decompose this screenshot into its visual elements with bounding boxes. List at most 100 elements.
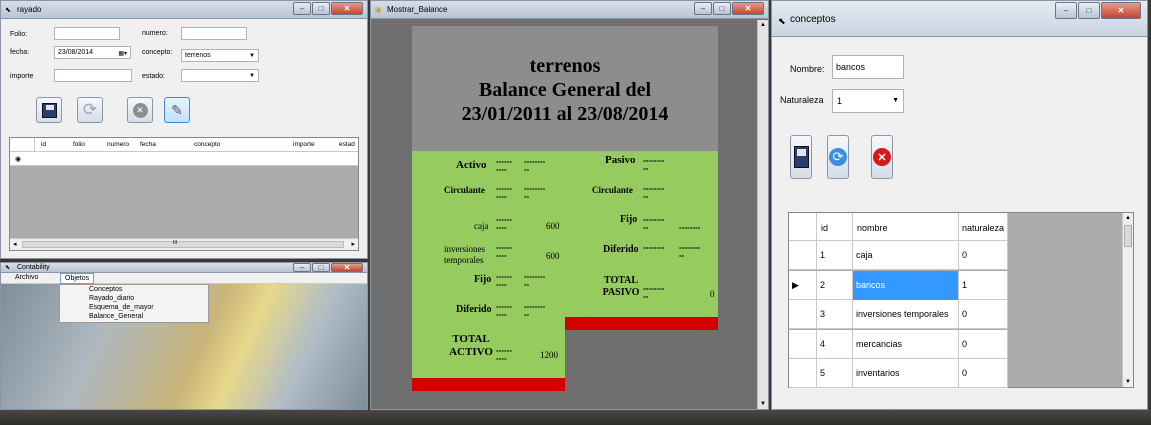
- rayado-grid[interactable]: id folio numero fecha concepto importe e…: [9, 137, 359, 251]
- header-folio[interactable]: folio: [73, 141, 85, 148]
- row-header-cell[interactable]: [789, 300, 817, 329]
- table-row[interactable]: 1 caja 0: [789, 241, 1008, 270]
- refresh-button[interactable]: ⟳: [77, 97, 103, 123]
- importe-input[interactable]: [54, 69, 132, 82]
- cell-id[interactable]: 1: [817, 241, 853, 270]
- maximize-button[interactable]: □: [312, 2, 330, 15]
- scroll-down-icon[interactable]: ▼: [760, 401, 766, 407]
- scroll-up-icon[interactable]: ▲: [1125, 215, 1131, 221]
- cell-id[interactable]: 2: [817, 270, 853, 300]
- vertical-scrollbar[interactable]: ▲ ▼: [1122, 213, 1133, 387]
- table-row[interactable]: 4 mercancias 0: [789, 329, 1008, 359]
- close-button[interactable]: ✕: [331, 2, 363, 15]
- save-button[interactable]: [790, 135, 812, 179]
- delete-button[interactable]: ✕: [127, 97, 153, 123]
- vertical-scrollbar[interactable]: ▲ ▼: [757, 20, 768, 409]
- cell-id[interactable]: 4: [817, 329, 853, 359]
- naturaleza-select[interactable]: 1 ▼: [832, 89, 904, 113]
- rayado-window: ⬉ rayado – □ ✕ Folio: numero: fecha: 23/…: [0, 0, 368, 259]
- minimize-button[interactable]: –: [293, 2, 311, 15]
- header-fecha[interactable]: fecha: [140, 141, 156, 148]
- refresh-button[interactable]: ⟳: [827, 135, 849, 179]
- close-button[interactable]: ✕: [732, 2, 764, 15]
- header-estado[interactable]: estad: [339, 141, 355, 148]
- table-row[interactable]: 5 inventarios 0: [789, 359, 1008, 388]
- close-button[interactable]: ✕: [1101, 2, 1141, 19]
- row-header-cell[interactable]: [789, 359, 817, 388]
- minimize-button[interactable]: –: [1055, 2, 1077, 19]
- scroll-left-icon[interactable]: ◂: [13, 240, 17, 248]
- cell-nombre[interactable]: mercancias: [853, 329, 959, 359]
- calendar-icon[interactable]: ▦▾: [118, 50, 127, 57]
- balance-heading: terrenos Balance General del 23/01/2011 …: [412, 54, 718, 126]
- row-header-cell[interactable]: [789, 329, 817, 359]
- menu-item-balance-general[interactable]: Balance_General: [89, 313, 143, 320]
- header-id[interactable]: id: [817, 213, 853, 241]
- total-pasivo-label: TOTAL PASIVO: [602, 275, 640, 298]
- fecha-date-picker[interactable]: 23/08/2014 ▦▾: [54, 46, 131, 59]
- maximize-button[interactable]: □: [1078, 2, 1100, 19]
- numero-label: numero:: [142, 30, 168, 37]
- header-naturaleza[interactable]: naturaleza: [959, 213, 1008, 241]
- header-nombre[interactable]: nombre: [853, 213, 959, 241]
- conceptos-grid[interactable]: id nombre naturaleza 1 caja 0 ▶ 2 bancos 1 3 inv…: [788, 212, 1134, 388]
- scroll-down-icon[interactable]: ▼: [1125, 379, 1131, 385]
- dash: --: [524, 280, 530, 289]
- cell-nombre[interactable]: inventarios: [853, 359, 959, 388]
- rayado-titlebar[interactable]: ⬉ rayado – □ ✕: [1, 1, 367, 19]
- header-concepto[interactable]: concepto: [194, 141, 220, 148]
- close-button[interactable]: ✕: [331, 263, 363, 272]
- current-row-icon: ▶: [792, 279, 799, 290]
- cell-id[interactable]: 3: [817, 300, 853, 329]
- fecha-label: fecha:: [10, 49, 30, 56]
- cell-nombre[interactable]: caja: [853, 241, 959, 270]
- conceptos-window: ⬉ conceptos – □ ✕ Nombre: bancos Natural…: [771, 0, 1148, 410]
- caja-value: 600: [546, 221, 560, 231]
- estado-select[interactable]: ▼: [181, 69, 259, 82]
- cell-naturaleza[interactable]: 0: [959, 359, 1008, 388]
- cell-naturaleza[interactable]: 0: [959, 329, 1008, 359]
- menu-objetos[interactable]: Objetos: [60, 273, 95, 284]
- numero-input[interactable]: [181, 27, 247, 40]
- conceptos-titlebar[interactable]: ⬉ conceptos – □ ✕: [772, 1, 1147, 37]
- header-id[interactable]: id: [41, 141, 46, 148]
- cell-nombre[interactable]: inversiones temporales: [853, 300, 959, 329]
- scroll-thumb[interactable]: III: [22, 240, 344, 248]
- contability-titlebar[interactable]: ⬉ Contability – □ ✕: [1, 263, 367, 273]
- menu-item-esquema-de-mayor[interactable]: Esquema_de_mayor: [89, 304, 154, 311]
- table-row[interactable]: 3 inversiones temporales 0: [789, 300, 1008, 329]
- minimize-button[interactable]: –: [293, 263, 311, 272]
- save-button[interactable]: [36, 97, 62, 123]
- dash: --: [679, 251, 685, 260]
- cell-nombre[interactable]: bancos: [853, 270, 959, 300]
- header-importe[interactable]: importe: [293, 141, 315, 148]
- concepto-label: concepto:: [142, 49, 173, 56]
- concepto-select[interactable]: terrenos ▼: [181, 49, 259, 62]
- new-row-indicator: ◉: [15, 156, 22, 163]
- nombre-input[interactable]: bancos: [832, 55, 904, 79]
- table-row[interactable]: ▶ 2 bancos 1: [789, 270, 1008, 300]
- minimize-button[interactable]: –: [694, 2, 712, 15]
- balance-titlebar[interactable]: ▣ Mostrar_Balance – □ ✕: [371, 1, 768, 19]
- edit-button[interactable]: ✎: [164, 97, 190, 123]
- menu-item-conceptos[interactable]: Conceptos: [89, 286, 122, 293]
- menu-archivo[interactable]: Archivo: [15, 274, 38, 281]
- scroll-right-icon[interactable]: ▸: [351, 240, 355, 248]
- row-header-cell[interactable]: ▶: [789, 270, 817, 300]
- maximize-button[interactable]: □: [312, 263, 330, 272]
- cell-id[interactable]: 5: [817, 359, 853, 388]
- header-numero[interactable]: numero: [107, 141, 129, 148]
- folio-input[interactable]: [54, 27, 120, 40]
- row-header-cell[interactable]: [789, 241, 817, 270]
- cell-naturaleza[interactable]: 0: [959, 241, 1008, 270]
- cell-naturaleza[interactable]: 0: [959, 300, 1008, 329]
- menu-item-rayado-diario[interactable]: Rayado_diario: [89, 295, 134, 302]
- delete-button[interactable]: ✕: [871, 135, 893, 179]
- horizontal-scrollbar[interactable]: ◂ III ▸: [10, 238, 358, 250]
- nombre-value: bancos: [836, 62, 866, 72]
- scroll-thumb[interactable]: [1124, 225, 1132, 247]
- table-row[interactable]: ◉: [10, 152, 358, 166]
- cell-naturaleza[interactable]: 1: [959, 270, 1008, 300]
- maximize-button[interactable]: □: [713, 2, 731, 15]
- scroll-up-icon[interactable]: ▲: [760, 22, 766, 28]
